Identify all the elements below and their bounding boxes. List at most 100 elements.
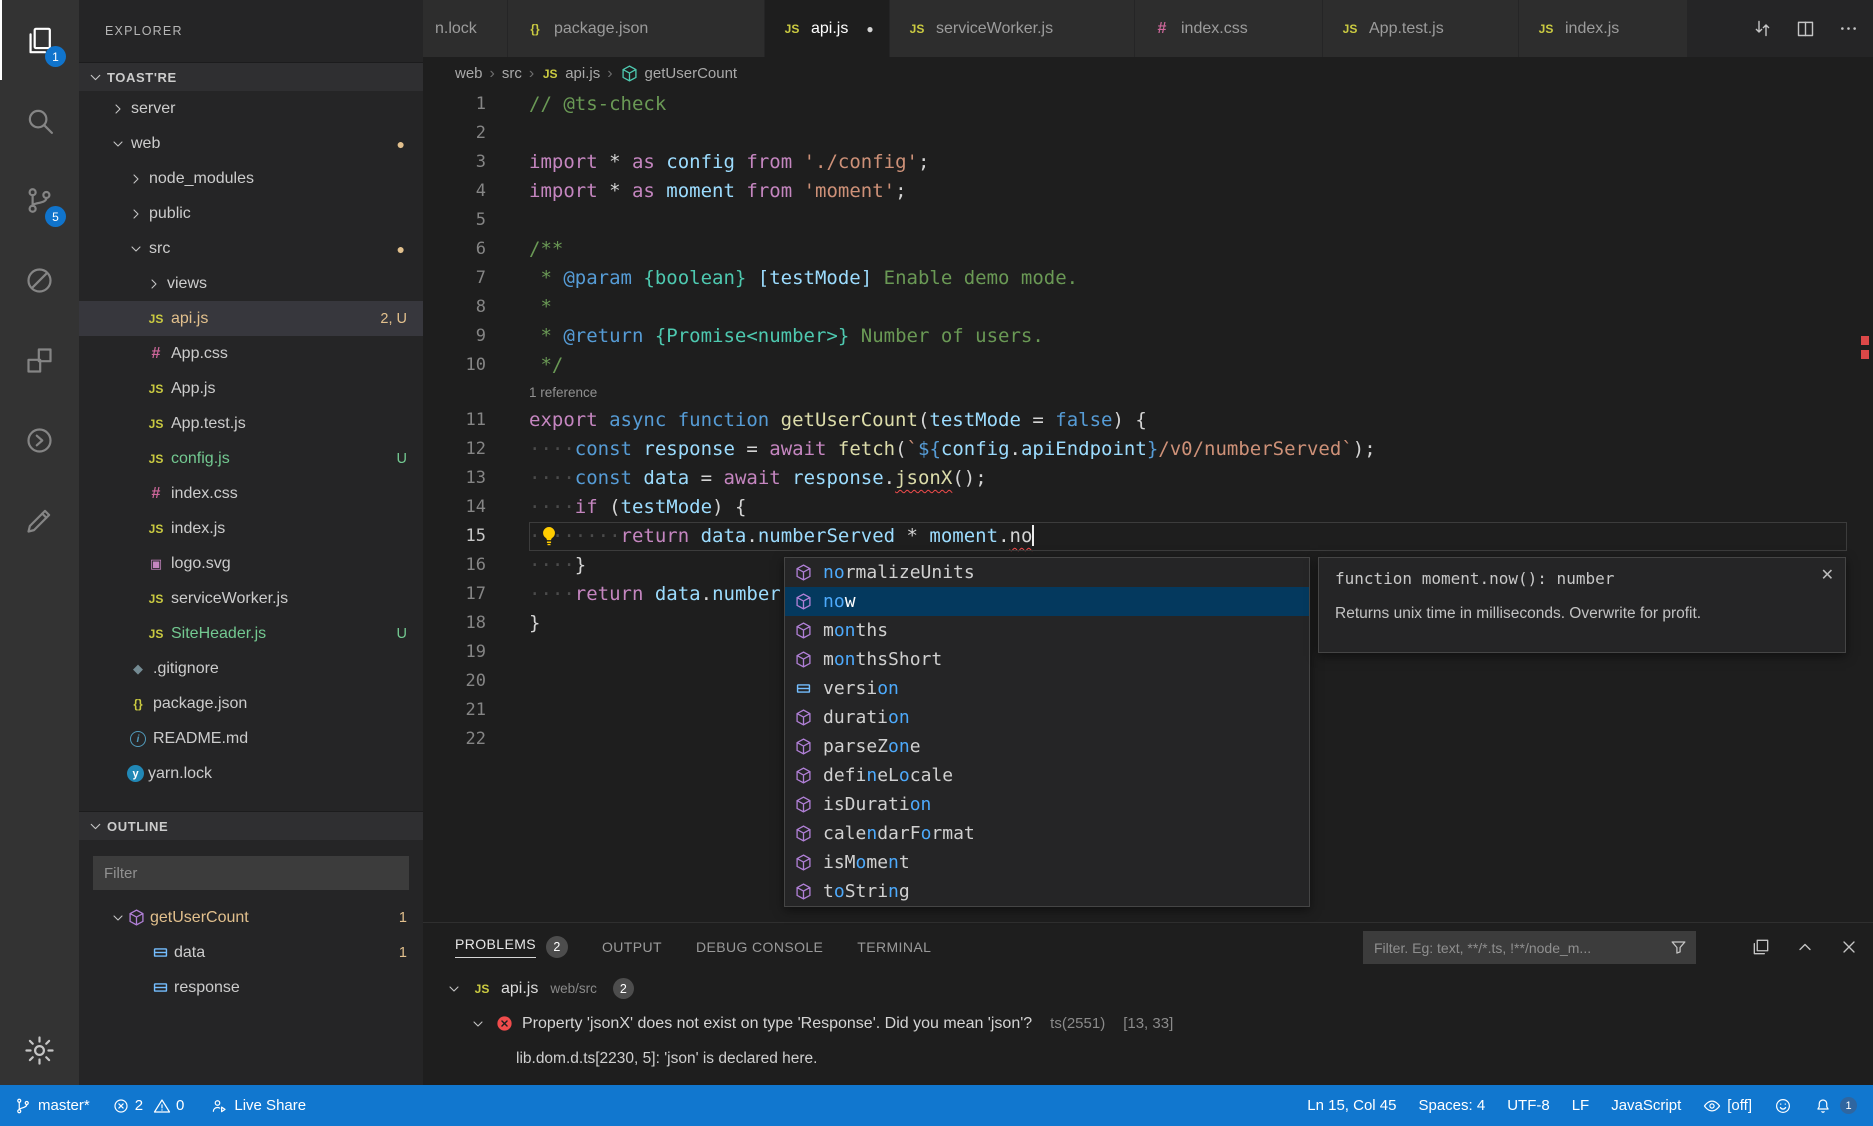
panel-tab-terminal[interactable]: TERMINAL bbox=[857, 939, 931, 955]
tab-serviceworker-js[interactable]: JSserviceWorker.js bbox=[890, 0, 1135, 57]
code-line[interactable]: 8 * bbox=[423, 293, 1873, 322]
tree-folder-server[interactable]: server bbox=[79, 91, 423, 126]
open-changes-icon[interactable] bbox=[1752, 18, 1773, 39]
suggestion-isduration[interactable]: isDuration bbox=[785, 790, 1309, 819]
problem-row[interactable]: Property 'no' does not exist on type 'ty… bbox=[423, 1076, 1873, 1085]
activity-source-control-button[interactable]: 5 bbox=[0, 160, 79, 240]
tree-file-index-js[interactable]: JSindex.js bbox=[79, 511, 423, 546]
outline-item-data[interactable]: data1 bbox=[79, 935, 423, 970]
problem-related-info[interactable]: lib.dom.d.ts[2230, 5]: 'json' is declare… bbox=[423, 1041, 1873, 1076]
tree-file-api-js[interactable]: JSapi.js2, U bbox=[79, 301, 423, 336]
suggestion-now[interactable]: now bbox=[785, 587, 1309, 616]
tree-file-readme-md[interactable]: iREADME.md bbox=[79, 721, 423, 756]
code-line[interactable]: 6/** bbox=[423, 235, 1873, 264]
activity-explorer-button[interactable]: 1 bbox=[0, 0, 79, 80]
tree-file-siteheader-js[interactable]: JSSiteHeader.jsU bbox=[79, 616, 423, 651]
tree-file-logo-svg[interactable]: ▣logo.svg bbox=[79, 546, 423, 581]
status-notifications[interactable]: 1 bbox=[1814, 1097, 1857, 1115]
more-actions-icon[interactable] bbox=[1838, 18, 1859, 39]
open-in-editor-icon[interactable] bbox=[1751, 937, 1771, 957]
maximize-panel-icon[interactable] bbox=[1795, 937, 1815, 957]
status-problems[interactable]: 20 bbox=[112, 1097, 189, 1115]
lightbulb-icon[interactable] bbox=[538, 525, 560, 547]
code-line[interactable]: 7 * @param {boolean} [testMode] Enable d… bbox=[423, 264, 1873, 293]
status-indentation[interactable]: Spaces: 4 bbox=[1418, 1097, 1485, 1114]
code-line[interactable]: 9 * @return {Promise<number>} Number of … bbox=[423, 322, 1873, 351]
tree-folder-src[interactable]: src● bbox=[79, 231, 423, 266]
close-icon[interactable]: ✕ bbox=[1821, 565, 1834, 585]
suggestion-calendarformat[interactable]: calendarFormat bbox=[785, 819, 1309, 848]
activity-edit-tools-button[interactable] bbox=[0, 480, 79, 560]
tree-file-index-css[interactable]: #index.css bbox=[79, 476, 423, 511]
status-cursor-position[interactable]: Ln 15, Col 45 bbox=[1307, 1097, 1396, 1114]
close-panel-icon[interactable] bbox=[1839, 937, 1859, 957]
code-line[interactable]: 10 */ bbox=[423, 351, 1873, 380]
code-line[interactable]: 3import * as config from './config'; bbox=[423, 148, 1873, 177]
suggestion-monthsshort[interactable]: monthsShort bbox=[785, 645, 1309, 674]
status-git-branch[interactable]: master* bbox=[14, 1097, 90, 1115]
outline-item-response[interactable]: response bbox=[79, 970, 423, 1005]
suggestion-duration[interactable]: duration bbox=[785, 703, 1309, 732]
activity-disabled-extensions-button[interactable] bbox=[0, 240, 79, 320]
tree-file-package-json[interactable]: {}package.json bbox=[79, 686, 423, 721]
breadcrumb-item-getusercount[interactable]: getUserCount bbox=[620, 64, 738, 83]
code-line[interactable]: 14····if (testMode) { bbox=[423, 493, 1873, 522]
tree-file-gitignore[interactable]: ◆.gitignore bbox=[79, 651, 423, 686]
problems-filter-input[interactable] bbox=[1363, 931, 1696, 964]
outline-item-getusercount[interactable]: getUserCount1 bbox=[79, 900, 423, 935]
breadcrumb-item-src[interactable]: src bbox=[502, 65, 522, 82]
activity-search-button[interactable] bbox=[0, 80, 79, 160]
activity-extensions-button[interactable] bbox=[0, 320, 79, 400]
panel-tab-output[interactable]: OUTPUT bbox=[602, 939, 662, 955]
split-editor-icon[interactable] bbox=[1795, 18, 1816, 39]
status-language-mode[interactable]: JavaScript bbox=[1611, 1097, 1681, 1114]
problems-file-row[interactable]: JS api.js web/src 2 bbox=[423, 971, 1873, 1006]
tree-folder-web[interactable]: web● bbox=[79, 126, 423, 161]
tree-file-app-test-js[interactable]: JSApp.test.js bbox=[79, 406, 423, 441]
tree-folder-node-modules[interactable]: node_modules bbox=[79, 161, 423, 196]
code-line[interactable]: 12····const response = await fetch(`${co… bbox=[423, 435, 1873, 464]
panel-tab-debug-console[interactable]: DEBUG CONSOLE bbox=[696, 939, 823, 955]
status-live-share[interactable]: Live Share bbox=[210, 1097, 306, 1115]
panel-tab-problems[interactable]: PROBLEMS2 bbox=[455, 936, 568, 958]
suggestion-ismoment[interactable]: isMoment bbox=[785, 848, 1309, 877]
code-line[interactable]: 1// @ts-check bbox=[423, 90, 1873, 119]
settings-button[interactable] bbox=[0, 1015, 79, 1085]
problem-row[interactable]: Property 'jsonX' does not exist on type … bbox=[423, 1006, 1873, 1041]
tree-file-config-js[interactable]: JSconfig.jsU bbox=[79, 441, 423, 476]
tree-folder-views[interactable]: views bbox=[79, 266, 423, 301]
code-line[interactable]: 5 bbox=[423, 206, 1873, 235]
suggestion-definelocale[interactable]: defineLocale bbox=[785, 761, 1309, 790]
status-encoding[interactable]: UTF-8 bbox=[1507, 1097, 1550, 1114]
suggestion-normalizeunits[interactable]: normalizeUnits bbox=[785, 558, 1309, 587]
code-line[interactable]: 15········return data.numberServed * mom… bbox=[423, 522, 1873, 551]
outline-filter-input[interactable] bbox=[93, 856, 409, 890]
breadcrumb-item-api-js[interactable]: JSapi.js bbox=[541, 64, 600, 84]
suggestion-parsezone[interactable]: parseZone bbox=[785, 732, 1309, 761]
suggestion-months[interactable]: months bbox=[785, 616, 1309, 645]
tab-n-lock[interactable]: n.lock bbox=[423, 0, 508, 57]
code-line[interactable]: 4import * as moment from 'moment'; bbox=[423, 177, 1873, 206]
section-header-outline[interactable]: OUTLINE bbox=[79, 811, 423, 840]
tree-file-app-css[interactable]: #App.css bbox=[79, 336, 423, 371]
tab-app-test-js[interactable]: JSApp.test.js bbox=[1323, 0, 1519, 57]
code-line[interactable]: 13····const data = await response.jsonX(… bbox=[423, 464, 1873, 493]
activity-live-share-button[interactable] bbox=[0, 400, 79, 480]
tree-file-yarn-lock[interactable]: yyarn.lock bbox=[79, 756, 423, 791]
suggestion-tostring[interactable]: toString bbox=[785, 877, 1309, 906]
tab-api-js[interactable]: JSapi.js● bbox=[765, 0, 890, 57]
tab-index-js[interactable]: JSindex.js bbox=[1519, 0, 1688, 57]
status-screencast-mode[interactable]: [off] bbox=[1703, 1097, 1752, 1115]
code-line[interactable]: 2 bbox=[423, 119, 1873, 148]
codelens-reference[interactable]: 1 reference bbox=[423, 380, 1873, 406]
tree-file-serviceworker-js[interactable]: JSserviceWorker.js bbox=[79, 581, 423, 616]
status-feedback[interactable] bbox=[1774, 1097, 1792, 1115]
breadcrumb-item-web[interactable]: web bbox=[455, 65, 483, 82]
tree-folder-public[interactable]: public bbox=[79, 196, 423, 231]
tab-package-json[interactable]: {}package.json bbox=[508, 0, 765, 57]
status-end-of-line[interactable]: LF bbox=[1572, 1097, 1590, 1114]
tree-file-app-js[interactable]: JSApp.js bbox=[79, 371, 423, 406]
code-line[interactable]: 11export async function getUserCount(tes… bbox=[423, 406, 1873, 435]
suggestion-version[interactable]: version bbox=[785, 674, 1309, 703]
section-header-root[interactable]: TOAST'RE bbox=[79, 62, 423, 91]
